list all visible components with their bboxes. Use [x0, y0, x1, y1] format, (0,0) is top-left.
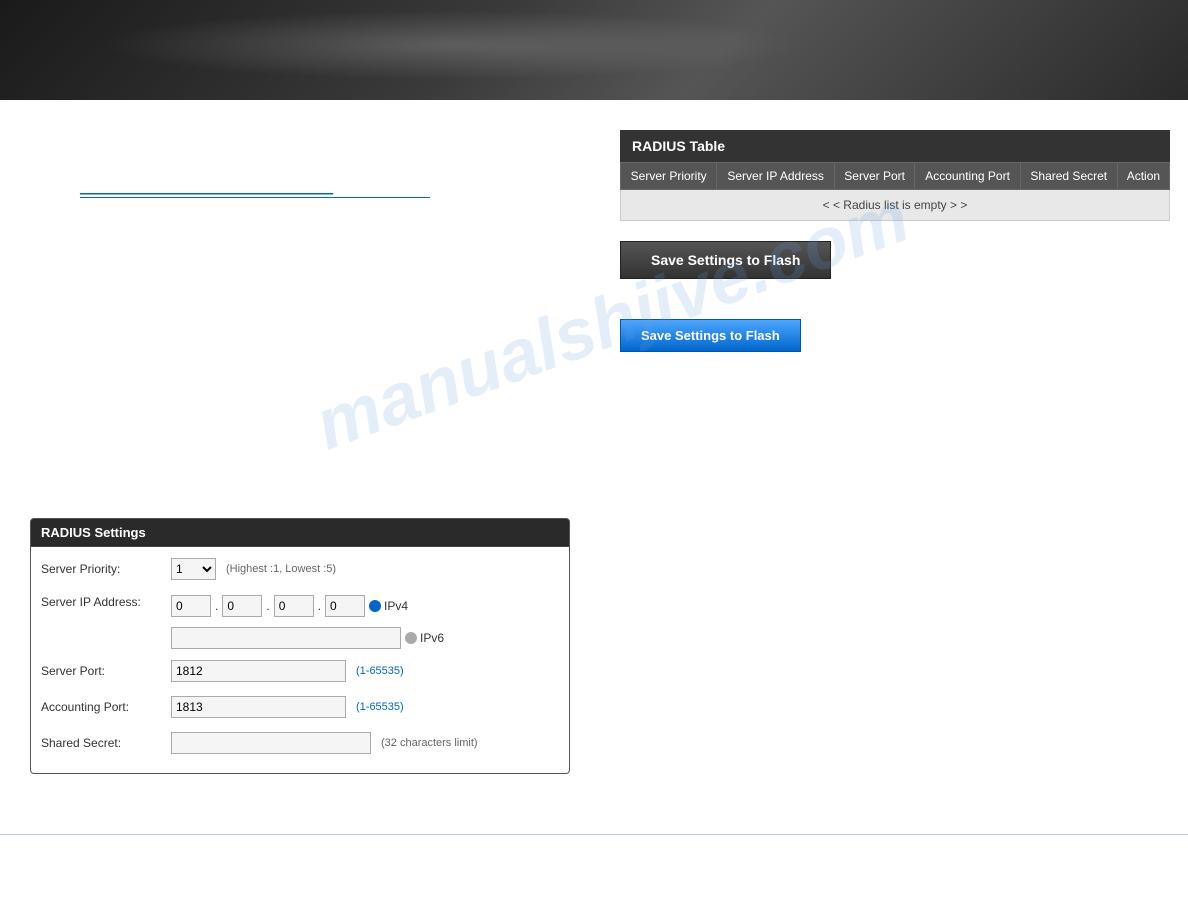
ipv4-radio-dot — [369, 600, 381, 612]
settings-body: Server Priority: 1 2 3 4 5 (Highest :1, … — [31, 547, 569, 773]
col-action: Action — [1117, 163, 1169, 190]
col-shared-secret: Shared Secret — [1020, 163, 1117, 190]
server-priority-label: Server Priority: — [41, 562, 171, 576]
shared-secret-input[interactable] — [171, 732, 371, 754]
ip-octet-3[interactable] — [274, 595, 314, 617]
left-panel: ___________________________________ RADI… — [20, 130, 600, 774]
ip-sep-2: . — [266, 599, 269, 613]
ipv6-label-text: IPv6 — [420, 631, 444, 645]
save-settings-flash-dark-button[interactable]: Save Settings to Flash — [620, 241, 831, 279]
server-priority-hint: (Highest :1, Lowest :5) — [226, 563, 336, 575]
save-settings-flash-blue-button[interactable]: Save Settings to Flash — [620, 319, 801, 352]
ipv4-label-text: IPv4 — [384, 599, 408, 613]
shared-secret-control: (32 characters limit) — [171, 732, 559, 754]
ip-sep-1: . — [215, 599, 218, 613]
server-port-hint: (1-65535) — [356, 665, 404, 677]
ipv6-radio-dot — [405, 632, 417, 644]
accounting-port-row: Accounting Port: (1-65535) — [41, 693, 559, 721]
col-server-priority: Server Priority — [621, 163, 717, 190]
server-port-label: Server Port: — [41, 664, 171, 678]
accounting-port-control: (1-65535) — [171, 696, 559, 718]
ip-octet-1[interactable] — [171, 595, 211, 617]
radius-table-title: RADIUS Table — [620, 130, 1170, 162]
accounting-port-label: Accounting Port: — [41, 700, 171, 714]
radius-table: Server Priority Server IP Address Server… — [620, 162, 1170, 221]
ipv6-radio-label[interactable]: IPv6 — [405, 631, 444, 645]
col-accounting-port: Accounting Port — [915, 163, 1020, 190]
ipv4-radio-label[interactable]: IPv4 — [369, 599, 408, 613]
server-priority-row: Server Priority: 1 2 3 4 5 (Highest :1, … — [41, 555, 559, 583]
shared-secret-row: Shared Secret: (32 characters limit) — [41, 729, 559, 757]
footer — [0, 834, 1188, 855]
radius-table-container: RADIUS Table Server Priority Server IP A… — [620, 130, 1170, 221]
server-priority-control: 1 2 3 4 5 (Highest :1, Lowest :5) — [171, 558, 559, 580]
ipv6-row: IPv6 — [171, 627, 444, 649]
ip-octet-2[interactable] — [222, 595, 262, 617]
server-ip-label: Server IP Address: — [41, 595, 171, 609]
right-panel: RADIUS Table Server Priority Server IP A… — [620, 130, 1170, 774]
server-port-control: (1-65535) — [171, 660, 559, 682]
ipv6-input[interactable] — [171, 627, 401, 649]
col-server-port: Server Port — [834, 163, 914, 190]
radius-settings-box: RADIUS Settings Server Priority: 1 2 3 4… — [30, 518, 570, 774]
server-ip-row: Server IP Address: . . . I — [41, 591, 559, 649]
ipv4-row: . . . IPv4 — [171, 595, 408, 617]
server-ip-control: . . . IPv4 — [171, 595, 559, 649]
table-empty-message: < < Radius list is empty > > — [621, 190, 1170, 221]
ip-sep-3: . — [318, 599, 321, 613]
server-port-input[interactable] — [171, 660, 346, 682]
shared-secret-hint: (32 characters limit) — [381, 737, 478, 749]
col-server-ip: Server IP Address — [717, 163, 835, 190]
table-empty-row: < < Radius list is empty > > — [621, 190, 1170, 221]
header — [0, 0, 1188, 100]
accounting-port-input[interactable] — [171, 696, 346, 718]
nav-link[interactable]: ___________________________________ — [80, 180, 430, 198]
ip-octet-4[interactable] — [325, 595, 365, 617]
server-port-row: Server Port: (1-65535) — [41, 657, 559, 685]
server-priority-select[interactable]: 1 2 3 4 5 — [171, 558, 216, 580]
shared-secret-label: Shared Secret: — [41, 736, 171, 750]
accounting-port-hint: (1-65535) — [356, 701, 404, 713]
radius-settings-title: RADIUS Settings — [31, 519, 569, 547]
